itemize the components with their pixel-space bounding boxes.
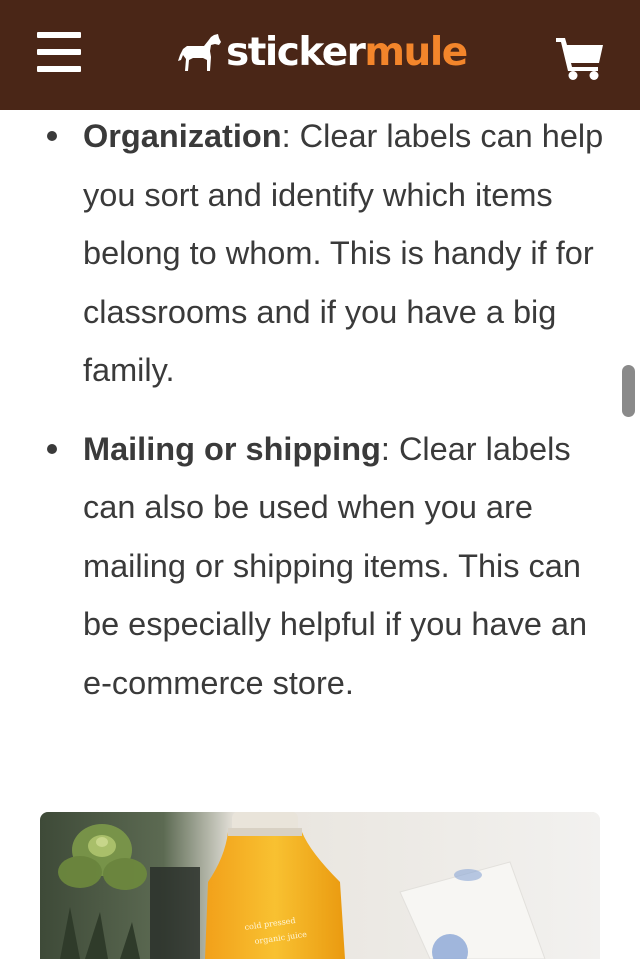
- logo-text-mule: mule: [364, 30, 468, 75]
- mule-logo-icon: [178, 34, 221, 71]
- bullet-dot: [47, 443, 57, 454]
- hamburger-menu-icon[interactable]: [37, 32, 81, 72]
- shopping-cart-icon[interactable]: [556, 36, 604, 80]
- bullet-term: Mailing or shipping: [83, 430, 381, 467]
- bullet-text: : Clear labels can also be used when you…: [83, 430, 588, 701]
- bullet-dot: [47, 131, 57, 141]
- photo-illustration: cold pressed organic juice: [40, 812, 600, 959]
- stickermule-logo[interactable]: stickermule: [178, 28, 468, 78]
- logo-text-sticker: sticker: [226, 30, 366, 75]
- site-header: stickermule: [0, 0, 640, 110]
- scrollbar-thumb[interactable]: [622, 365, 635, 417]
- list-item-organization: Organization: Clear labels can help you …: [0, 107, 640, 400]
- article-content: Organization: Clear labels can help you …: [0, 110, 640, 712]
- bullet-text: : Clear labels can help you sort and ide…: [83, 118, 604, 388]
- list-item-mailing: Mailing or shipping: Clear labels can al…: [0, 420, 640, 713]
- juice-bottle-photo: cold pressed organic juice: [40, 812, 600, 959]
- bullet-term: Organization: [83, 118, 282, 154]
- bullet-list: Organization: Clear labels can help you …: [0, 107, 640, 712]
